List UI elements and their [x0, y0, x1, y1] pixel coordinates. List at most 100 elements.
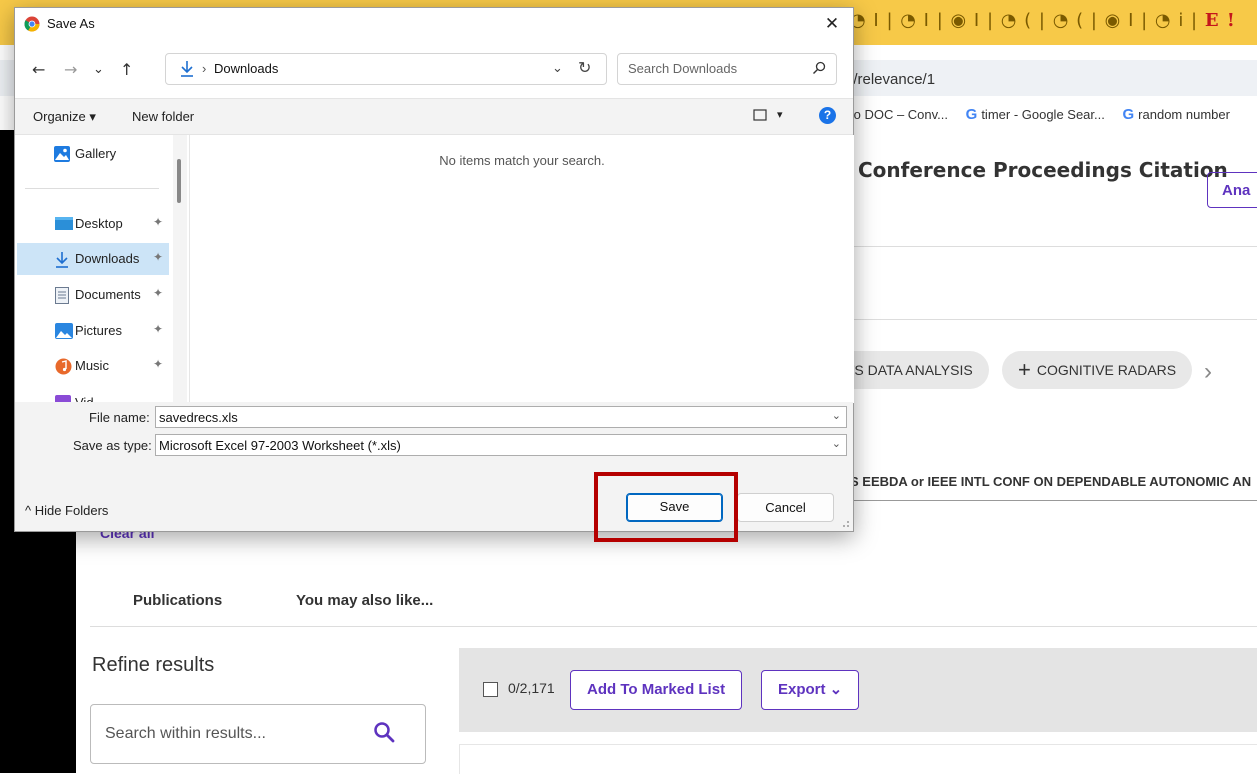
- analyze-button[interactable]: Ana: [1207, 172, 1257, 208]
- view-layout-icon: [753, 109, 767, 121]
- plus-icon: +: [1018, 357, 1031, 382]
- sidebar-item-downloads[interactable]: Downloads ✦: [17, 243, 169, 275]
- results-toolbar: 0/2,171 Add To Marked List Export ⌄: [459, 648, 1257, 732]
- bookmark-item[interactable]: random number: [1138, 107, 1230, 122]
- cancel-button[interactable]: Cancel: [737, 493, 834, 522]
- select-all-checkbox[interactable]: [483, 682, 498, 697]
- file-name-value: savedrecs.xls: [159, 410, 238, 425]
- up-arrow-icon[interactable]: ↑: [120, 60, 133, 79]
- sidebar-item-label: Downloads: [75, 251, 140, 266]
- resize-grip-icon[interactable]: [840, 518, 850, 528]
- close-icon[interactable]: ✕: [819, 12, 845, 36]
- music-icon: [55, 358, 72, 375]
- google-icon: G: [1122, 106, 1135, 123]
- view-dropdown-icon: ▾: [777, 109, 783, 121]
- bookmarks-bar: to DOC – Conv... Gtimer - Google Sear...…: [850, 106, 1230, 123]
- download-icon: [55, 251, 71, 268]
- browser-url-text[interactable]: l/relevance/1: [850, 71, 935, 88]
- divider: [850, 246, 1257, 247]
- address-bar[interactable]: › Downloads ⌄ ↻: [165, 53, 607, 85]
- pinned-tabs[interactable]: ◔ I | ◔ I | ◉ I | ◔ ( | ◔ ( | ◉ I | ◔ i …: [850, 10, 1236, 31]
- chevron-down-icon[interactable]: ⌄: [832, 409, 841, 422]
- divider: [850, 500, 1257, 501]
- divider: [850, 319, 1257, 320]
- save-as-type-select[interactable]: Microsoft Excel 97-2003 Worksheet (*.xls…: [155, 434, 847, 456]
- refresh-icon[interactable]: ↻: [578, 58, 591, 78]
- desktop-icon: [55, 216, 73, 232]
- help-icon[interactable]: ?: [819, 107, 836, 124]
- pin-icon[interactable]: ✦: [153, 357, 163, 371]
- file-list[interactable]: No items match your search.: [189, 135, 854, 403]
- tab-publications[interactable]: Publications: [133, 592, 222, 609]
- pinned-tab-end[interactable]: E !: [1205, 10, 1236, 31]
- hide-folders-toggle[interactable]: ^ Hide Folders: [25, 503, 108, 518]
- sidebar-item-label: Pictures: [75, 323, 122, 338]
- topic-chip-label: COGNITIVE RADARS: [1036, 362, 1177, 378]
- topic-chip[interactable]: + COGNITIVE RADARS: [1002, 351, 1193, 389]
- file-name-label: File name:: [89, 410, 150, 425]
- download-icon: [180, 60, 194, 81]
- result-card: [459, 744, 1257, 774]
- bookmark-item[interactable]: timer - Google Sear...: [981, 107, 1105, 122]
- save-fields: File name: savedrecs.xls ⌄ Save as type:…: [15, 402, 853, 468]
- pin-icon[interactable]: ✦: [153, 215, 163, 229]
- results-count: 0/2,171: [508, 680, 555, 696]
- organize-menu[interactable]: Organize ▾: [33, 109, 96, 125]
- search-within-placeholder: Search within results...: [105, 725, 266, 742]
- breadcrumb-downloads[interactable]: Downloads: [214, 61, 278, 76]
- sidebar-divider: [25, 188, 159, 189]
- refine-results-title: Refine results: [92, 654, 215, 676]
- pin-icon[interactable]: ✦: [153, 286, 163, 300]
- dialog-body: Gallery Desktop ✦ Downloads ✦ Documents …: [15, 134, 854, 403]
- sidebar-item-label: Gallery: [75, 146, 117, 161]
- documents-icon: [55, 287, 71, 304]
- save-as-dialog: Save As ✕ ← → ⌄ ↑ › Downloads ⌄ ↻ Organi…: [14, 7, 854, 532]
- forward-arrow-icon[interactable]: →: [64, 60, 77, 79]
- sidebar-item-music[interactable]: Music ✦: [17, 350, 169, 382]
- navigation-pane: Gallery Desktop ✦ Downloads ✦ Documents …: [15, 135, 187, 403]
- back-arrow-icon[interactable]: ←: [32, 60, 45, 79]
- save-highlight-box: [594, 472, 738, 542]
- breadcrumb-separator[interactable]: ›: [202, 61, 206, 76]
- save-as-type-label: Save as type:: [73, 438, 152, 453]
- add-to-marked-list-button[interactable]: Add To Marked List: [570, 670, 743, 710]
- page-title: Conference Proceedings Citation: [858, 158, 1228, 182]
- topic-chip-label: RTS DATA ANALYSIS: [836, 362, 973, 378]
- search-downloads-input[interactable]: [626, 60, 800, 77]
- scrollbar-thumb[interactable]: [177, 159, 181, 203]
- view-options[interactable]: ▾: [753, 108, 783, 125]
- sidebar-scrollbar[interactable]: [173, 135, 187, 403]
- sidebar-item-desktop[interactable]: Desktop ✦: [17, 208, 169, 240]
- query-text: S EEBDA or IEEE INTL CONF ON DEPENDABLE …: [850, 474, 1252, 489]
- search-icon[interactable]: [373, 721, 395, 748]
- file-name-field[interactable]: savedrecs.xls ⌄: [155, 406, 847, 428]
- chrome-icon: [24, 16, 40, 32]
- navigation-bar: ← → ⌄ ↑ › Downloads ⌄ ↻: [15, 40, 853, 98]
- sidebar-item-label: Music: [75, 358, 109, 373]
- chevron-right-icon[interactable]: ›: [1204, 358, 1212, 386]
- bookmark-item[interactable]: to DOC – Conv...: [850, 107, 948, 122]
- search-icon[interactable]: [812, 61, 826, 78]
- recent-locations-chevron-icon[interactable]: ⌄: [93, 62, 104, 77]
- new-folder-button[interactable]: New folder: [132, 109, 194, 124]
- pin-icon[interactable]: ✦: [153, 322, 163, 336]
- sidebar-item-videos[interactable]: Vid...: [17, 387, 169, 403]
- google-icon: G: [965, 106, 978, 123]
- dialog-title: Save As: [47, 16, 95, 31]
- search-downloads-box[interactable]: [617, 53, 837, 85]
- sidebar-item-gallery[interactable]: Gallery: [17, 145, 169, 177]
- chevron-down-icon[interactable]: ⌄: [832, 437, 841, 450]
- address-dropdown-chevron-icon[interactable]: ⌄: [552, 60, 563, 76]
- export-button[interactable]: Export ⌄: [761, 670, 860, 710]
- dialog-title-bar[interactable]: Save As ✕: [15, 8, 853, 40]
- pictures-icon: [55, 323, 73, 339]
- empty-message: No items match your search.: [439, 153, 605, 168]
- tab-you-may-also-like[interactable]: You may also like...: [296, 592, 433, 609]
- sidebar-item-label: Desktop: [75, 216, 123, 231]
- search-within-results[interactable]: Search within results...: [90, 704, 426, 764]
- sidebar-item-documents[interactable]: Documents ✦: [17, 279, 169, 311]
- pin-icon[interactable]: ✦: [153, 250, 163, 264]
- save-as-type-value: Microsoft Excel 97-2003 Worksheet (*.xls…: [159, 438, 401, 453]
- pinned-tab-icons[interactable]: ◔ I | ◔ I | ◉ I | ◔ ( | ◔ ( | ◉ I | ◔ i …: [850, 10, 1198, 31]
- sidebar-item-pictures[interactable]: Pictures ✦: [17, 315, 169, 347]
